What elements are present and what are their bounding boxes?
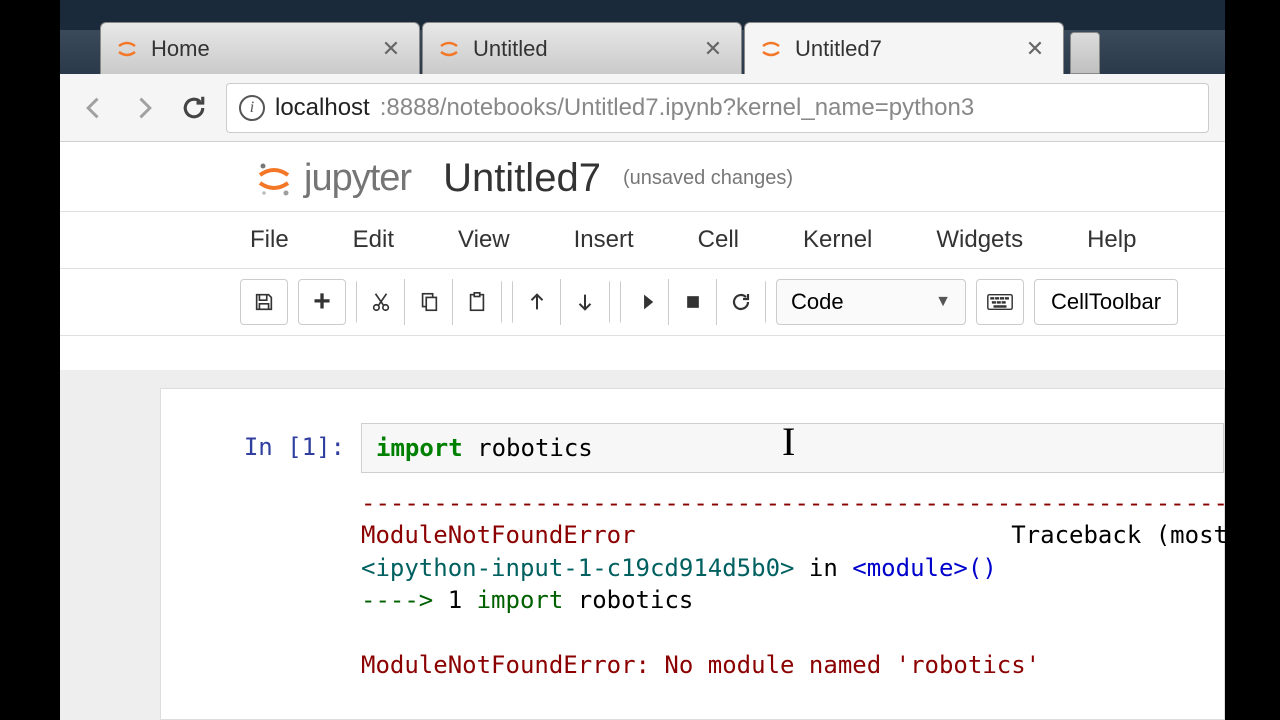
browser-tab-strip: Home ✕ Untitled ✕ Untitled7 ✕ bbox=[60, 30, 1225, 74]
menu-insert[interactable]: Insert bbox=[564, 220, 644, 260]
notebook-paper: In [1]: import robotics I --------------… bbox=[160, 388, 1225, 720]
browser-toolbar: i localhost :8888/notebooks/Untitled7.ipy… bbox=[60, 74, 1225, 142]
tab-title: Untitled bbox=[473, 36, 695, 62]
jupyter-favicon-icon bbox=[437, 37, 461, 61]
restart-button[interactable] bbox=[717, 279, 765, 325]
traceback-arrow: ----> bbox=[361, 586, 448, 614]
window-frame: Home ✕ Untitled ✕ Untitled7 ✕ bbox=[60, 0, 1225, 720]
notebook-header: jupyter Untitled7 (unsaved changes) bbox=[60, 142, 1225, 211]
code-text: robotics bbox=[463, 434, 593, 462]
cell-type-select[interactable]: Code ▼ bbox=[776, 279, 966, 325]
text-cursor-icon: I bbox=[782, 418, 795, 465]
interrupt-button[interactable] bbox=[669, 279, 717, 325]
move-group bbox=[512, 279, 610, 325]
traceback-label: Traceback (most bbox=[1011, 521, 1225, 549]
edit-group bbox=[356, 279, 502, 325]
run-button[interactable] bbox=[621, 279, 669, 325]
browser-tab-untitled[interactable]: Untitled ✕ bbox=[422, 22, 742, 74]
traceback-import: import bbox=[462, 586, 578, 614]
traceback-in: in bbox=[794, 554, 852, 582]
menu-cell[interactable]: Cell bbox=[688, 220, 749, 260]
run-group bbox=[620, 279, 766, 325]
menu-widgets[interactable]: Widgets bbox=[926, 220, 1033, 260]
command-palette-button[interactable] bbox=[976, 279, 1024, 325]
error-message: ModuleNotFoundError: No module named 'ro… bbox=[361, 651, 1040, 679]
save-button[interactable] bbox=[240, 279, 288, 325]
jupyter-brand-text: jupyter bbox=[304, 157, 411, 200]
notebook-body: In [1]: import robotics I --------------… bbox=[60, 370, 1225, 720]
input-prompt: In [1]: bbox=[161, 423, 361, 473]
cell-toolbar-label: CellToolbar bbox=[1051, 289, 1161, 315]
add-cell-button[interactable]: + bbox=[298, 279, 346, 325]
menu-file[interactable]: File bbox=[240, 220, 299, 260]
jupyter-logo[interactable]: jupyter bbox=[254, 157, 411, 200]
url-host: localhost bbox=[275, 94, 370, 122]
traceback-parens: () bbox=[968, 554, 997, 582]
copy-button[interactable] bbox=[405, 279, 453, 325]
jupyter-favicon-icon bbox=[115, 37, 139, 61]
tab-title: Untitled7 bbox=[795, 36, 1017, 62]
browser-tab-untitled7[interactable]: Untitled7 ✕ bbox=[744, 22, 1064, 74]
menu-help[interactable]: Help bbox=[1077, 220, 1146, 260]
traceback-source: <ipython-input-1-c19cd914d5b0> bbox=[361, 554, 794, 582]
menu-kernel[interactable]: Kernel bbox=[793, 220, 882, 260]
cut-button[interactable] bbox=[357, 279, 405, 325]
notebook-title[interactable]: Untitled7 bbox=[443, 156, 601, 201]
forward-button[interactable] bbox=[126, 90, 162, 126]
back-button[interactable] bbox=[76, 90, 112, 126]
cell-type-value: Code bbox=[791, 289, 844, 315]
error-name: ModuleNotFoundError bbox=[361, 521, 636, 549]
menu-bar: File Edit View Insert Cell Kernel Widget… bbox=[60, 211, 1225, 269]
tab-title: Home bbox=[151, 36, 373, 62]
cell-toolbar-button[interactable]: CellToolbar bbox=[1034, 279, 1178, 325]
traceback-lineno: 1 bbox=[448, 586, 462, 614]
traceback-divider: ----------------------------------------… bbox=[361, 489, 1225, 517]
code-keyword: import bbox=[376, 434, 463, 462]
info-icon: i bbox=[239, 95, 265, 121]
url-path: :8888/notebooks/Untitled7.ipynb?kernel_n… bbox=[380, 94, 974, 122]
page-content: jupyter Untitled7 (unsaved changes) File… bbox=[60, 142, 1225, 720]
chevron-down-icon: ▼ bbox=[935, 293, 951, 311]
new-tab-button[interactable] bbox=[1070, 32, 1100, 74]
menu-edit[interactable]: Edit bbox=[343, 220, 404, 260]
paste-button[interactable] bbox=[453, 279, 501, 325]
traceback-module: <module> bbox=[852, 554, 968, 582]
address-bar[interactable]: i localhost :8888/notebooks/Untitled7.ipy… bbox=[226, 83, 1209, 133]
code-input[interactable]: import robotics I bbox=[361, 423, 1224, 473]
menu-view[interactable]: View bbox=[448, 220, 520, 260]
jupyter-logo-icon bbox=[254, 159, 294, 199]
close-icon[interactable]: ✕ bbox=[381, 36, 401, 62]
toolbar: + bbox=[60, 269, 1225, 336]
close-icon[interactable]: ✕ bbox=[703, 36, 723, 62]
code-cell[interactable]: In [1]: import robotics I bbox=[161, 419, 1224, 477]
cell-output: ----------------------------------------… bbox=[161, 477, 1224, 681]
traceback-mod: robotics bbox=[578, 586, 694, 614]
browser-tab-home[interactable]: Home ✕ bbox=[100, 22, 420, 74]
move-up-button[interactable] bbox=[513, 279, 561, 325]
move-down-button[interactable] bbox=[561, 279, 609, 325]
close-icon[interactable]: ✕ bbox=[1025, 36, 1045, 62]
notebook-save-status: (unsaved changes) bbox=[623, 167, 793, 190]
jupyter-favicon-icon bbox=[759, 37, 783, 61]
reload-button[interactable] bbox=[176, 90, 212, 126]
